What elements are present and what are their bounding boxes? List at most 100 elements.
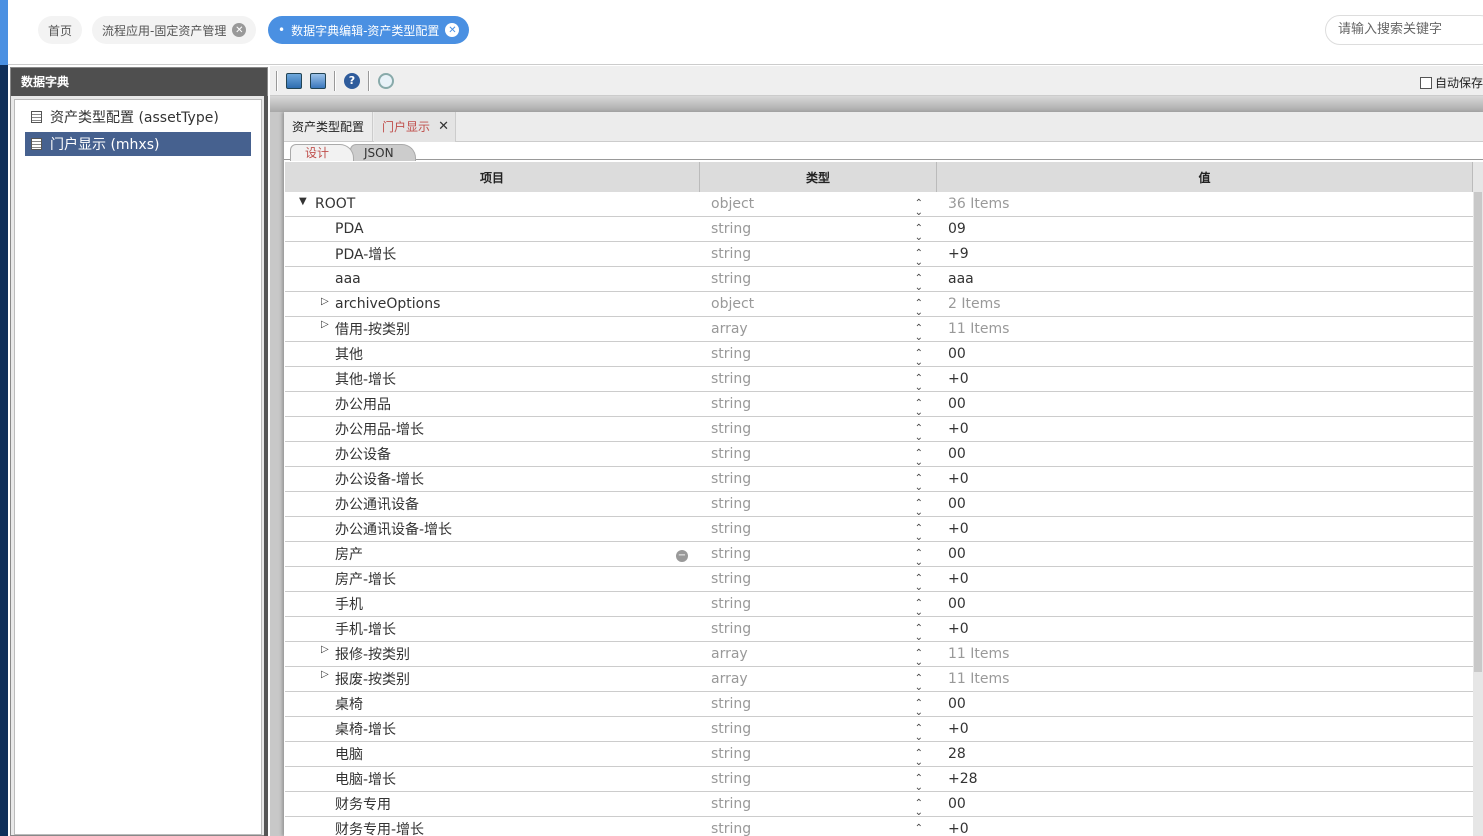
tab-asset-management[interactable]: 流程应用-固定资产管理 ✕ bbox=[92, 16, 257, 44]
cell-value[interactable]: +0 bbox=[937, 471, 1473, 487]
cell-value[interactable]: 00 bbox=[937, 446, 1473, 462]
select-arrows-icon[interactable]: ⌃⌄ bbox=[915, 574, 923, 593]
cell-type[interactable]: string ⌃⌄ bbox=[700, 446, 937, 468]
cell-type[interactable]: string ⌃⌄ bbox=[700, 421, 937, 443]
select-arrows-icon[interactable]: ⌃⌄ bbox=[915, 324, 923, 343]
select-arrows-icon[interactable]: ⌃⌄ bbox=[915, 724, 923, 743]
table-row[interactable]: 办公通讯设备 string ⌃ ⌄ 00 bbox=[285, 492, 1473, 518]
collapse-icon[interactable]: ▼ bbox=[299, 196, 307, 207]
cell-type[interactable]: string ⌃⌄ bbox=[700, 496, 937, 518]
close-icon[interactable]: ✕ bbox=[232, 23, 247, 37]
cell-value[interactable]: aaa bbox=[937, 271, 1473, 287]
cell-item[interactable]: 其他-增长 bbox=[285, 369, 700, 389]
select-arrows-icon[interactable]: ⌃⌄ bbox=[915, 824, 923, 836]
cell-value[interactable]: +28 bbox=[937, 771, 1473, 787]
tree-item-assettype[interactable]: 资产类型配置 (assetType) bbox=[25, 105, 251, 129]
cell-item[interactable]: aaa bbox=[285, 271, 700, 287]
cell-item[interactable]: 电脑 bbox=[285, 744, 700, 764]
table-row[interactable]: ▷ 报废-按类别 array ⌃ ⌄ 11 Items bbox=[285, 667, 1473, 693]
cell-item[interactable]: 财务专用-增长 bbox=[285, 819, 700, 836]
save-as-icon[interactable] bbox=[310, 72, 326, 89]
cell-item[interactable]: 手机 bbox=[285, 594, 700, 614]
table-row[interactable]: ▼ ROOT object ⌃ ⌄ 36 Items bbox=[285, 192, 1473, 218]
cell-item[interactable]: 办公通讯设备-增长 bbox=[285, 519, 700, 539]
splitter[interactable] bbox=[264, 96, 268, 836]
column-header-value[interactable]: 值 bbox=[937, 162, 1473, 192]
select-arrows-icon[interactable]: ⌃⌄ bbox=[915, 374, 923, 393]
cell-item[interactable]: PDA-增长 bbox=[285, 244, 700, 264]
table-row[interactable]: 办公设备 string ⌃ ⌄ 00 bbox=[285, 442, 1473, 468]
cell-type[interactable]: string ⌃⌄ bbox=[700, 596, 937, 618]
table-row[interactable]: 财务专用 string ⌃ ⌄ 00 bbox=[285, 792, 1473, 818]
cell-type[interactable]: string ⌃⌄ bbox=[700, 546, 937, 568]
cell-value[interactable]: +0 bbox=[937, 821, 1473, 836]
cell-type[interactable]: string ⌃⌄ bbox=[700, 271, 937, 293]
tree-item-mhxs[interactable]: 门户显示 (mhxs) bbox=[25, 132, 251, 156]
select-arrows-icon[interactable]: ⌃⌄ bbox=[915, 199, 923, 218]
cell-type[interactable]: string ⌃⌄ bbox=[700, 571, 937, 593]
select-arrows-icon[interactable]: ⌃⌄ bbox=[915, 499, 923, 518]
search-input[interactable]: 请输入搜索关键字 bbox=[1325, 15, 1483, 45]
expand-icon[interactable]: ▷ bbox=[321, 644, 329, 655]
cell-item[interactable]: 房产 − bbox=[285, 544, 700, 564]
select-arrows-icon[interactable]: ⌃⌄ bbox=[915, 399, 923, 418]
cell-item[interactable]: PDA bbox=[285, 221, 700, 237]
cell-value[interactable]: +0 bbox=[937, 571, 1473, 587]
select-arrows-icon[interactable]: ⌃⌄ bbox=[915, 549, 923, 568]
table-row[interactable]: ▷ 报修-按类别 array ⌃ ⌄ 11 Items bbox=[285, 642, 1473, 668]
select-arrows-icon[interactable]: ⌃⌄ bbox=[915, 249, 923, 268]
cell-type[interactable]: string ⌃⌄ bbox=[700, 521, 937, 543]
expand-icon[interactable]: ▷ bbox=[321, 669, 329, 680]
cell-type[interactable]: array ⌃ ⌄ bbox=[700, 321, 937, 343]
checkbox[interactable] bbox=[1419, 76, 1432, 89]
cell-type[interactable]: object ⌃ ⌄ bbox=[700, 196, 937, 218]
cell-item[interactable]: 办公设备-增长 bbox=[285, 469, 700, 489]
column-header-item[interactable]: 项目 bbox=[285, 162, 700, 192]
cell-value[interactable]: 28 bbox=[937, 746, 1473, 762]
cell-value[interactable]: 00 bbox=[937, 696, 1473, 712]
select-arrows-icon[interactable]: ⌃⌄ bbox=[915, 749, 923, 768]
select-arrows-icon[interactable]: ⌃⌄ bbox=[915, 449, 923, 468]
cell-type[interactable]: string ⌃⌄ bbox=[700, 796, 937, 818]
cell-item[interactable]: 桌椅 bbox=[285, 694, 700, 714]
scrollbar[interactable] bbox=[1473, 162, 1483, 836]
expand-icon[interactable]: ▷ bbox=[321, 296, 329, 307]
cell-value[interactable]: +0 bbox=[937, 421, 1473, 437]
cell-value[interactable]: 11 Items bbox=[937, 671, 1473, 687]
table-row[interactable]: 桌椅 string ⌃ ⌄ 00 bbox=[285, 692, 1473, 718]
cell-type[interactable]: array ⌃ ⌄ bbox=[700, 646, 937, 668]
cell-item[interactable]: 手机-增长 bbox=[285, 619, 700, 639]
table-row[interactable]: 房产-增长 string ⌃ ⌄ +0 bbox=[285, 567, 1473, 593]
cell-value[interactable]: 11 Items bbox=[937, 321, 1473, 337]
cell-item[interactable]: 电脑-增长 bbox=[285, 769, 700, 789]
table-row[interactable]: aaa string ⌃ ⌄ aaa bbox=[285, 267, 1473, 293]
scrollbar-thumb[interactable] bbox=[1474, 192, 1482, 672]
table-row[interactable]: ▷ archiveOptions object ⌃ ⌄ 2 Items bbox=[285, 292, 1473, 318]
cell-type[interactable]: string ⌃⌄ bbox=[700, 246, 937, 268]
table-row[interactable]: 手机 string ⌃ ⌄ 00 bbox=[285, 592, 1473, 618]
select-arrows-icon[interactable]: ⌃⌄ bbox=[915, 599, 923, 618]
table-row[interactable]: 电脑 string ⌃ ⌄ 28 bbox=[285, 742, 1473, 768]
expand-icon[interactable]: ▷ bbox=[321, 319, 329, 330]
cell-item[interactable]: ▷ 借用-按类别 bbox=[285, 319, 700, 339]
table-row[interactable]: 办公用品-增长 string ⌃ ⌄ +0 bbox=[285, 417, 1473, 443]
table-row[interactable]: 手机-增长 string ⌃ ⌄ +0 bbox=[285, 617, 1473, 643]
select-arrows-icon[interactable]: ⌃⌄ bbox=[915, 224, 923, 243]
cell-type[interactable]: string ⌃⌄ bbox=[700, 621, 937, 643]
cell-type[interactable]: string ⌃⌄ bbox=[700, 396, 937, 418]
select-arrows-icon[interactable]: ⌃⌄ bbox=[915, 624, 923, 643]
table-row[interactable]: ▷ 借用-按类别 array ⌃ ⌄ 11 Items bbox=[285, 317, 1473, 343]
cell-item[interactable]: 办公设备 bbox=[285, 444, 700, 464]
cell-value[interactable]: 09 bbox=[937, 221, 1473, 237]
cell-type[interactable]: string ⌃⌄ bbox=[700, 746, 937, 768]
cell-type[interactable]: string ⌃⌄ bbox=[700, 696, 937, 718]
remove-icon[interactable]: − bbox=[676, 550, 688, 562]
select-arrows-icon[interactable]: ⌃⌄ bbox=[915, 699, 923, 718]
cell-value[interactable]: +9 bbox=[937, 246, 1473, 262]
cell-item[interactable]: ▷ 报废-按类别 bbox=[285, 669, 700, 689]
cell-value[interactable]: +0 bbox=[937, 621, 1473, 637]
cell-item[interactable]: ▷ archiveOptions bbox=[285, 296, 700, 312]
select-arrows-icon[interactable]: ⌃⌄ bbox=[915, 349, 923, 368]
tab-design[interactable]: 设计 bbox=[290, 144, 354, 161]
cell-item[interactable]: ▷ 报修-按类别 bbox=[285, 644, 700, 664]
